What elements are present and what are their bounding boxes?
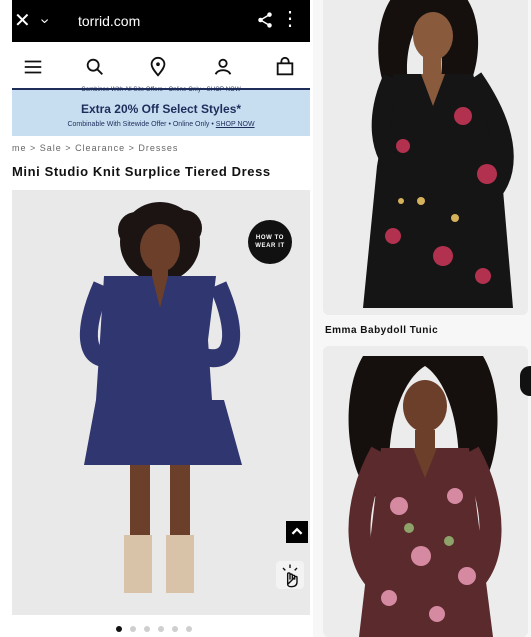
location-pin-icon[interactable] (147, 56, 169, 78)
model-in-black-floral-dress (323, 0, 528, 315)
account-icon[interactable] (212, 56, 234, 78)
menu-icon[interactable] (22, 56, 44, 78)
promo-headline: Extra 20% Off Select Styles* (80, 102, 242, 116)
close-icon[interactable]: ✕ (14, 11, 31, 31)
url-text[interactable]: torrid.com (78, 13, 140, 29)
promo-subtext: Combinable With Sitewide Offer • Online … (12, 121, 310, 128)
carousel-dot[interactable] (172, 626, 178, 632)
offscreen-badge-peek (520, 366, 531, 396)
search-icon[interactable] (84, 56, 106, 78)
promo-subtext-label: Combinable With Sitewide Offer • Online … (67, 121, 214, 128)
carousel-dot[interactable] (186, 626, 192, 632)
model-in-burgundy-floral-dress (323, 346, 528, 637)
product-card-floral-burgundy[interactable] (323, 346, 528, 637)
scroll-to-top-icon[interactable] (286, 521, 308, 543)
carousel-dot[interactable] (158, 626, 164, 632)
product-card-title[interactable]: Emma Babydoll Tunic (325, 325, 438, 336)
product-card-floral-black[interactable] (323, 0, 528, 315)
browser-toolbar: ✕ › torrid.com ⋮ (12, 0, 310, 42)
chevron-down-icon[interactable]: › (36, 18, 54, 23)
carousel-dots[interactable] (116, 626, 192, 632)
promo-shop-now-link[interactable]: SHOP NOW (216, 121, 255, 128)
carousel-dot-active[interactable] (116, 626, 122, 632)
left-phone-screen: ✕ › torrid.com ⋮ Combines With All Site … (0, 0, 313, 637)
breadcrumb-sale[interactable]: Sale (40, 143, 62, 153)
share-icon[interactable] (256, 11, 274, 29)
carousel-dot[interactable] (130, 626, 136, 632)
breadcrumb: me > Sale > Clearance > Dresses (12, 143, 179, 153)
site-nav (12, 46, 310, 88)
breadcrumb-dresses[interactable]: Dresses (138, 143, 178, 153)
how-to-wear-it-badge[interactable]: HOW TO WEAR IT (248, 220, 292, 264)
how-to-wear-it-text: HOW TO WEAR IT (255, 235, 285, 249)
carousel-dot[interactable] (144, 626, 150, 632)
more-options-icon[interactable]: ⋮ (280, 9, 300, 29)
product-image[interactable]: HOW TO WEAR IT (12, 190, 310, 615)
breadcrumb-clearance[interactable]: Clearance (75, 143, 125, 153)
pointer-hand-icon (276, 561, 304, 589)
promo-tiny-text: Combines With All Site Offers • Online O… (81, 87, 241, 93)
page-title: Mini Studio Knit Surplice Tiered Dress (12, 164, 271, 179)
promo-banner[interactable]: Combines With All Site Offers • Online O… (12, 87, 310, 136)
shopping-bag-icon[interactable] (274, 56, 296, 78)
breadcrumb-home[interactable]: me (12, 143, 27, 153)
